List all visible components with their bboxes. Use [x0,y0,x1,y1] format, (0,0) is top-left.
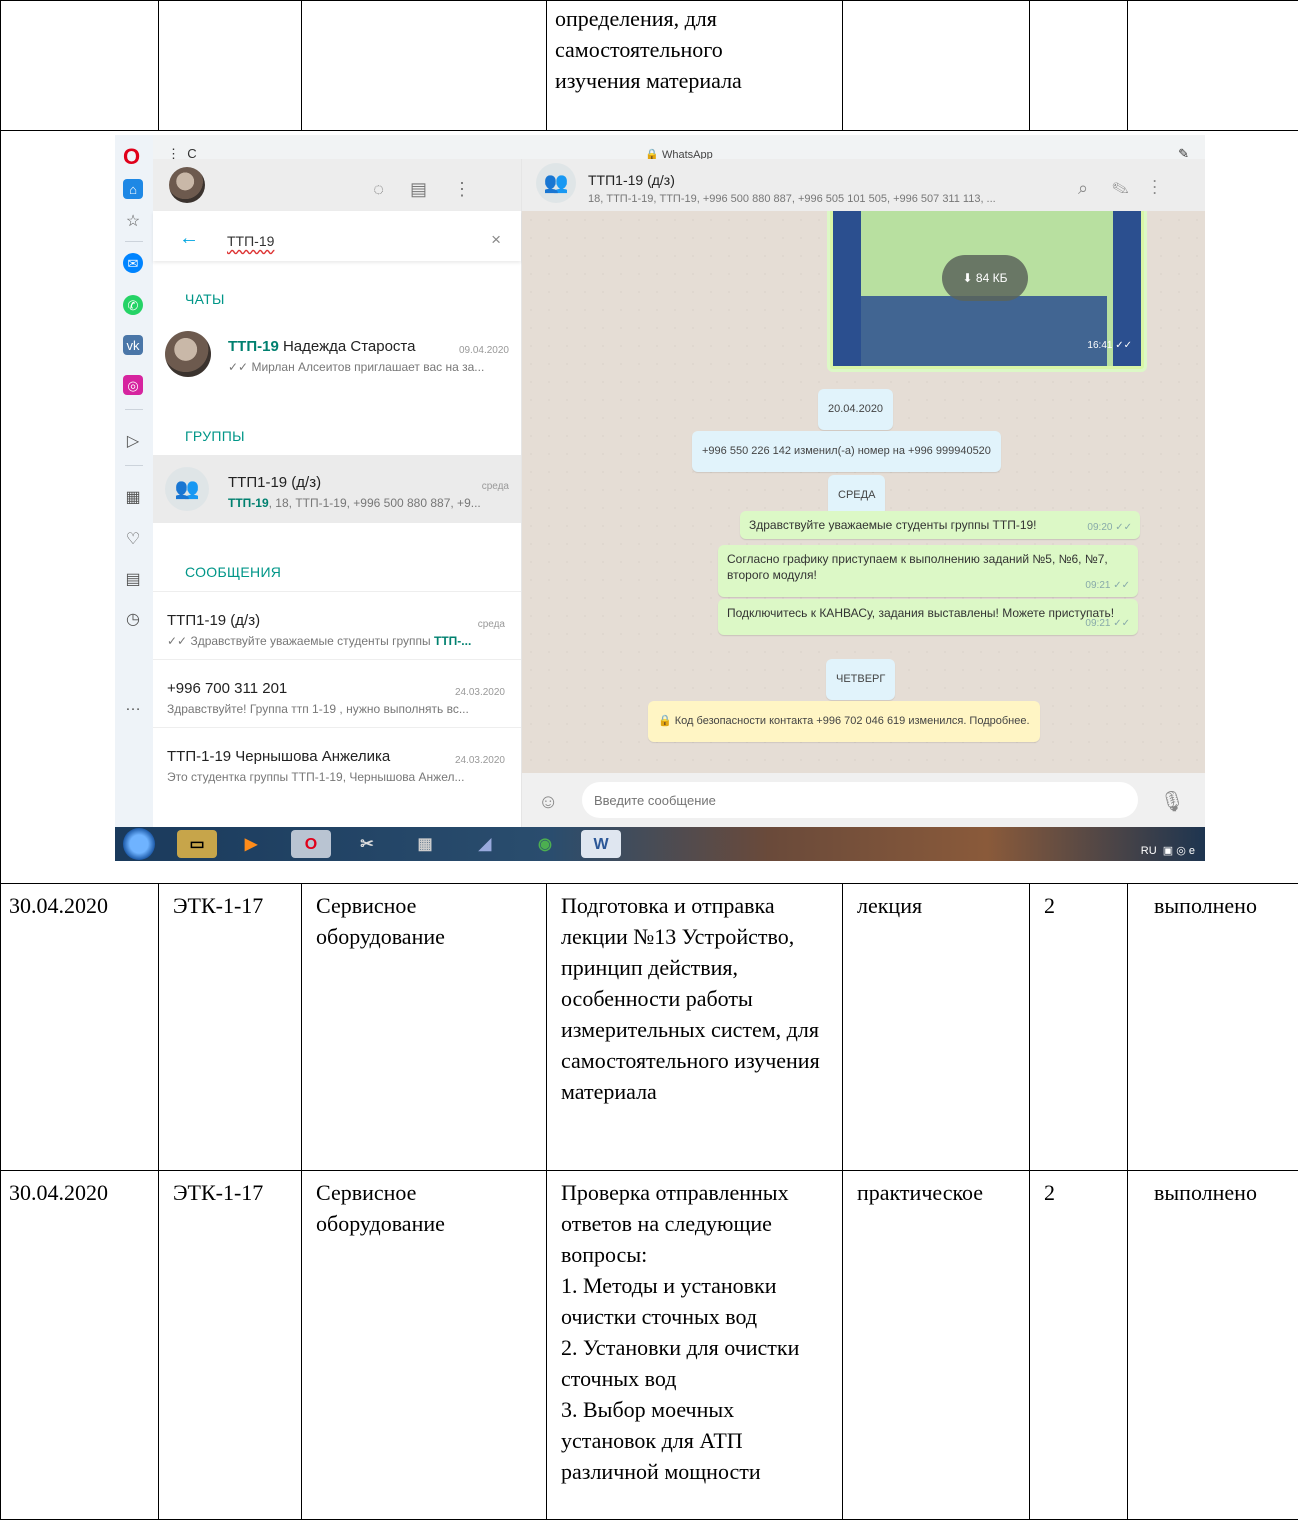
snipping-icon[interactable]: ✂ [347,830,387,858]
topic-line: изучения материала [555,65,834,96]
history-icon[interactable]: ◷ [123,609,143,629]
search-input[interactable]: ТТП-19 [227,226,274,257]
explorer-icon[interactable]: ▭ [177,830,217,858]
image-message[interactable]: ⬇ 84 КБ 16:41 ✓✓ [827,211,1147,372]
cell-status [1128,1,1298,131]
outgoing-message: Согласно графику приступаем к выполнению… [718,545,1138,597]
message-input[interactable] [582,782,1138,818]
table-row: 30.04.2020 ЭТК-1-17 Сервисное оборудован… [1,884,1298,1171]
cell-topic: Подготовка и отправка лекции №13 Устройс… [547,884,843,1171]
table-row: 30.04.2020 ЭТК-1-17 Сервисное оборудован… [1,1171,1298,1520]
cell-type [843,1,1030,131]
word-icon[interactable]: W [581,830,621,858]
group-item[interactable]: 👥 ТТП1-19 (д/з) среда ТТП-19, 18, ТТП-1-… [153,455,521,523]
cell-status: выполнено [1128,884,1298,1171]
cell-subject [302,1,547,131]
cell-hours: 2 [1030,1171,1128,1520]
topic-line: самостоятельного [555,34,834,65]
home-icon[interactable]: ⌂ [123,179,143,199]
cell-type: лекция [843,884,1030,1171]
group-icon: 👥 [536,163,576,203]
mic-icon[interactable]: 🎙 [1160,787,1185,818]
start-button[interactable] [123,828,155,860]
cell-date: 30.04.2020 [1,884,159,1171]
cell-topic: Проверка отправленных ответов на следующ… [547,1171,843,1520]
date-chip: 20.04.2020 [818,389,893,430]
browser-sidebar: O ⌂ ☆ ✉ ✆ vk ◎ ▷ ▦ ♡ ▤ ◷ … [115,135,154,827]
profile-header: ◌▤⋮ [153,159,521,211]
cell-status: выполнено [1128,1171,1298,1520]
cell-hours [1030,1,1128,131]
cell-subject: Сервисное оборудование [302,1171,547,1520]
cell-group: ЭТК-1-17 [159,1171,302,1520]
send-icon[interactable]: ▷ [123,431,143,451]
cell-group [159,1,302,131]
composer: ☺ 🎙 [522,773,1205,827]
chat-item[interactable]: ТТП-19 Надежда Староста 09.04.2020 ✓✓ Ми… [153,319,521,387]
cell-group: ЭТК-1-17 [159,884,302,1171]
messenger-icon[interactable]: ✉ [123,253,143,273]
table-row: определения, для самостоятельного изучен… [1,1,1298,131]
windows-taskbar: ▭ ▶ O ✂ ▦ ◢ ◉ W RU ▣ ◎ e [115,827,1205,861]
message-item[interactable]: +996 700 311 201 24.03.2020 Здравствуйте… [153,659,521,728]
screenshot-row: O ⌂ ☆ ✉ ✆ vk ◎ ▷ ▦ ♡ ▤ ◷ … [1,131,1298,884]
media-icon[interactable]: ▶ [231,830,271,858]
section-messages: СООБЩЕНИЯ [185,557,281,588]
message-time: 16:41 ✓✓ [1087,330,1132,361]
avatar [165,331,211,377]
day-chip: ЧЕТВЕРГ [826,659,895,700]
chat-header[interactable]: 👥 ТТП1-19 (д/з) 18, ТТП-1-19, ТТП-19, +9… [522,159,1205,212]
screenshot-cell: O ⌂ ☆ ✉ ✆ vk ◎ ▷ ▦ ♡ ▤ ◷ … [1,131,1298,884]
section-groups: ГРУППЫ [185,421,245,452]
message-item[interactable]: ТТП-1-19 Чернышова Анжелика 24.03.2020 Э… [153,727,521,796]
vk-icon[interactable]: vk [123,335,143,355]
star-icon[interactable]: ☆ [123,211,143,231]
message-item[interactable]: ТТП1-19 (д/з) среда ✓✓ Здравствуйте уваж… [153,591,521,660]
system-message: +996 550 226 142 изменил(-а) номер на +9… [692,431,1001,472]
schedule-table: определения, для самостоятельного изучен… [0,0,1298,1520]
chat-list-panel: ◌▤⋮ ← ТТП-19 × ЧАТЫ ТТП-19 Надежда Старо… [153,159,522,827]
cell-topic: определения, для самостоятельного изучен… [547,1,843,131]
security-notice[interactable]: 🔒 Код безопасности контакта +996 702 046… [648,701,1040,742]
group-icon: 👥 [165,467,209,511]
cell-type: практическое [843,1171,1030,1520]
grid-icon[interactable]: ▦ [123,487,143,507]
outgoing-message: Здравствуйте уважаемые студенты группы Т… [740,511,1140,539]
heart-icon[interactable]: ♡ [123,529,143,549]
search-bar[interactable]: ← ТТП-19 × [153,211,521,261]
more-icon[interactable]: … [123,695,143,715]
chat-body: ⬇ 84 КБ 16:41 ✓✓ 20.04.2020 +996 550 226… [522,211,1205,773]
close-icon[interactable]: × [491,224,501,255]
cell-hours: 2 [1030,884,1128,1171]
emoji-icon[interactable]: ☺ [538,787,558,818]
opera-logo-icon[interactable]: O [123,141,140,172]
app-icon[interactable]: ◢ [465,830,505,858]
calculator-icon[interactable]: ▦ [405,830,445,858]
topic-line: определения, для [555,3,834,34]
system-tray: RU ▣ ◎ e [1141,836,1195,861]
browser-topbar: ⋮ C 🔒 WhatsApp ✎ [153,135,1205,160]
cell-subject: Сервисное оборудование [302,884,547,1171]
chat-preview: ✓✓ Мирлан Алсеитов приглашает вас на за.… [228,352,508,383]
conversation-panel: 👥 ТТП1-19 (д/з) 18, ТТП-1-19, ТТП-19, +9… [522,159,1205,827]
outgoing-message: Подключитесь к КАНВАСу, задания выставле… [718,599,1138,635]
avatar[interactable] [169,167,205,203]
news-icon[interactable]: ▤ [123,569,143,589]
whatsapp-screenshot: O ⌂ ☆ ✉ ✆ vk ◎ ▷ ▦ ♡ ▤ ◷ … [115,135,1205,861]
instagram-icon[interactable]: ◎ [123,375,143,395]
download-button[interactable]: ⬇ 84 КБ [942,255,1028,301]
cell-date: 30.04.2020 [1,1171,159,1520]
header-icons[interactable]: ◌▤⋮ [373,174,497,205]
chrome-icon[interactable]: ◉ [525,830,565,858]
chat-header-icons[interactable]: ⌕✎⋮ [1078,173,1181,204]
opera-taskbar-icon[interactable]: O [291,830,331,858]
day-chip: СРЕДА [828,475,885,516]
section-chats: ЧАТЫ [185,284,225,315]
whatsapp-icon[interactable]: ✆ [123,295,143,315]
cell-date [1,1,159,131]
back-arrow-icon[interactable]: ← [179,223,199,254]
